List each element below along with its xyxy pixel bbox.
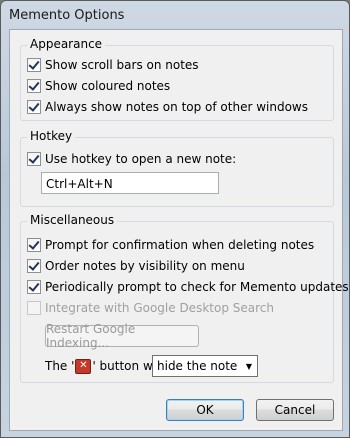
order-by-visibility-option[interactable]: Order notes by visibility on menu xyxy=(27,257,245,275)
show-coloured-notes-checkbox[interactable] xyxy=(27,79,41,93)
close-behavior-select[interactable]: hide the note ▼ xyxy=(152,355,258,377)
title-bar[interactable]: Memento Options xyxy=(1,1,349,29)
chevron-down-icon: ▼ xyxy=(245,361,253,371)
always-on-top-option[interactable]: Always show notes on top of other window… xyxy=(27,98,308,116)
order-by-visibility-label: Order notes by visibility on menu xyxy=(45,259,245,273)
miscellaneous-group: Miscellaneous Prompt for confirmation wh… xyxy=(20,213,349,383)
always-on-top-checkbox[interactable] xyxy=(27,100,41,114)
appearance-group: Appearance Show scroll bars on notes Sho… xyxy=(20,37,334,121)
check-updates-label: Periodically prompt to check for Memento… xyxy=(45,280,349,294)
use-hotkey-label: Use hotkey to open a new note: xyxy=(45,152,237,166)
prompt-confirmation-option[interactable]: Prompt for confirmation when deleting no… xyxy=(27,236,314,254)
always-on-top-label: Always show notes on top of other window… xyxy=(45,100,308,114)
google-desktop-checkbox[interactable] xyxy=(27,301,41,315)
close-behavior-value: hide the note xyxy=(157,359,238,373)
options-window: Memento Options Appearance Show scroll b… xyxy=(0,0,350,438)
use-hotkey-option[interactable]: Use hotkey to open a new note: xyxy=(27,150,236,168)
check-updates-checkbox[interactable] xyxy=(27,280,41,294)
restart-google-indexing-button[interactable]: Restart Google Indexing... xyxy=(45,322,199,350)
miscellaneous-group-label: Miscellaneous xyxy=(27,213,118,227)
appearance-group-label: Appearance xyxy=(27,37,106,51)
show-scroll-bars-label: Show scroll bars on notes xyxy=(45,58,199,72)
prompt-confirmation-label: Prompt for confirmation when deleting no… xyxy=(45,238,315,252)
prompt-confirmation-checkbox[interactable] xyxy=(27,238,41,252)
hotkey-group-label: Hotkey xyxy=(27,129,76,143)
hotkey-input[interactable]: Ctrl+Alt+N xyxy=(41,172,219,194)
show-scroll-bars-checkbox[interactable] xyxy=(27,58,41,72)
show-coloured-notes-option[interactable]: Show coloured notes xyxy=(27,77,170,95)
ok-button[interactable]: OK xyxy=(166,399,244,421)
close-behavior-row: The ' ✕ ' button will xyxy=(45,357,163,375)
google-desktop-label: Integrate with Google Desktop Search xyxy=(45,301,274,315)
hotkey-group: Hotkey Use hotkey to open a new note: Ct… xyxy=(20,129,334,207)
show-scroll-bars-option[interactable]: Show scroll bars on notes xyxy=(27,56,199,74)
use-hotkey-checkbox[interactable] xyxy=(27,152,41,166)
window-title: Memento Options xyxy=(9,7,125,23)
cancel-button[interactable]: Cancel xyxy=(256,399,334,421)
dialog-body: Appearance Show scroll bars on notes Sho… xyxy=(9,29,349,431)
check-updates-option[interactable]: Periodically prompt to check for Memento… xyxy=(27,278,349,296)
google-desktop-option[interactable]: Integrate with Google Desktop Search xyxy=(27,299,274,317)
show-coloured-notes-label: Show coloured notes xyxy=(45,79,171,93)
close-note-icon: ✕ xyxy=(75,358,92,374)
close-behavior-prefix: The ' xyxy=(45,359,75,373)
order-by-visibility-checkbox[interactable] xyxy=(27,259,41,273)
